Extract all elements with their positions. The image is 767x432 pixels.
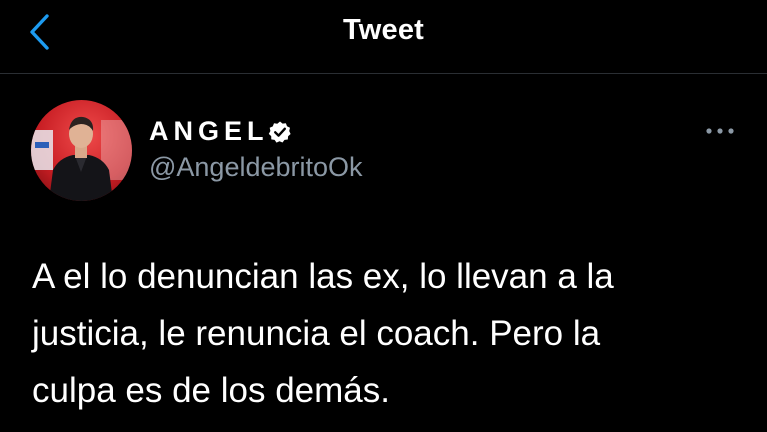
tweet-text: A el lo denuncian las ex, lo llevan a la… [32, 248, 752, 419]
user-handle[interactable]: @AngeldebritoOk [149, 152, 363, 183]
tweet-text-line: A el lo denuncian las ex, lo llevan a la [32, 257, 614, 296]
more-options-button[interactable] [700, 118, 740, 144]
more-options-icon [706, 128, 734, 134]
tweet-author: ANGEL @AngeldebritoOk [31, 100, 731, 201]
display-name-row[interactable]: ANGEL [149, 116, 292, 147]
page-title: Tweet [342, 14, 425, 46]
avatar-photo [31, 100, 132, 201]
top-bar: Tweet [0, 0, 767, 74]
verified-badge-icon [268, 120, 292, 144]
tweet-text-line: justicia, le renuncia el coach. Pero la [32, 314, 601, 353]
tweet-text-line: culpa es de los demás. [32, 371, 390, 410]
display-name: ANGEL [149, 116, 269, 146]
avatar[interactable] [31, 100, 132, 201]
